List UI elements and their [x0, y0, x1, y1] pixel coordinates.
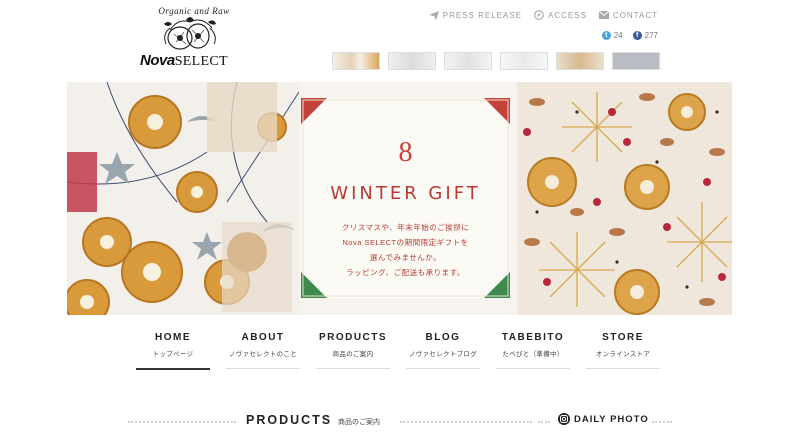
winter-gift-card[interactable]: 8 WINTER GIFT クリスマスや、年末年始のご挨拶に Nova SELE… [301, 98, 510, 298]
slide-thumbnail[interactable] [500, 52, 548, 70]
products-heading: PRODUCTS [246, 413, 333, 427]
nav-sublabel: ノヴァセレクトのこと [229, 351, 297, 358]
hero-photo-left [67, 82, 300, 315]
logo-wordmark: NovaSELECT [140, 52, 240, 70]
dotted-divider [652, 421, 672, 423]
nav-sublabel: トップページ [152, 351, 194, 358]
nav-label: HOME [155, 332, 191, 343]
twitter-icon: t [601, 31, 611, 40]
nav-label: TABEBITO [501, 332, 565, 343]
nav-active-indicator [136, 368, 210, 370]
logo-wordmark-rest: SELECT [174, 54, 228, 69]
gift-line: Nova SELECTの期間限定ギフトを [342, 238, 469, 247]
facebook-share[interactable]: f 277 [632, 31, 658, 40]
slide-thumbnail[interactable] [612, 52, 660, 70]
nav-underline [316, 368, 390, 369]
products-subheading: 商品のご案内 [338, 419, 380, 426]
nav-label: ABOUT [241, 332, 285, 343]
gift-line: クリスマスや、年末年始のご挨拶に [341, 223, 470, 232]
twitter-count: 24 [613, 31, 623, 40]
nav-label: STORE [602, 332, 644, 343]
nav-underline [496, 368, 570, 369]
dotted-divider [400, 421, 532, 423]
paper-plane-icon [428, 10, 439, 20]
utility-nav: PRESS RELEASE ACCESS CONTACT [428, 10, 658, 20]
daily-photo-label: DAILY PHOTO [574, 413, 649, 425]
gift-line: 選んでみませんか。 [369, 253, 442, 262]
nav-underline [406, 368, 480, 369]
nav-sublabel: オンラインストア [595, 351, 651, 358]
nav-about[interactable]: ABOUT ノヴァセレクトのこと [218, 332, 308, 370]
site-logo[interactable]: Organic and Raw NovaSELECT [140, 6, 240, 72]
gift-title: WINTER GIFT [330, 183, 481, 204]
facebook-count: 277 [644, 31, 658, 40]
nav-tabebito[interactable]: TABEBITO たべびと（準備中） [488, 332, 578, 370]
access-link[interactable]: ACCESS [534, 10, 587, 20]
slide-thumbnail[interactable] [388, 52, 436, 70]
compass-icon [534, 10, 544, 20]
gift-number: 8 [398, 137, 413, 168]
nav-sublabel: ノヴァセレクトブログ [409, 351, 477, 358]
nav-store[interactable]: STORE オンラインストア [578, 332, 668, 370]
nav-sublabel: たべびと（準備中） [502, 351, 564, 358]
slide-thumbnail[interactable] [332, 52, 380, 70]
access-label: ACCESS [548, 10, 587, 20]
hero-photo-right [517, 82, 732, 315]
facebook-icon: f [632, 31, 642, 40]
nuts-straw-stars-image [523, 92, 732, 315]
dotted-divider [538, 421, 550, 423]
slide-thumbnail[interactable] [444, 52, 492, 70]
nav-underline [226, 368, 300, 369]
gift-line: ラッピング、ご配送も承ります。 [346, 268, 465, 277]
contact-label: CONTACT [612, 10, 658, 20]
logo-wordmark-bold: Nova [140, 52, 175, 69]
contact-link[interactable]: CONTACT [598, 10, 658, 20]
dried-fruit-ornaments-image [67, 82, 300, 315]
slide-thumbnail[interactable] [556, 52, 604, 70]
nav-underline [586, 368, 660, 369]
nav-products[interactable]: PRODUCTS 商品のご案内 [308, 332, 398, 370]
nav-label: PRODUCTS [318, 332, 388, 343]
nav-label: BLOG [425, 332, 461, 343]
dotted-divider [128, 421, 236, 423]
instagram-icon [558, 413, 570, 425]
nav-sublabel: 商品のご案内 [332, 351, 374, 358]
mail-icon [598, 11, 609, 19]
press-release-link[interactable]: PRESS RELEASE [428, 10, 523, 20]
press-release-label: PRESS RELEASE [442, 10, 523, 20]
daily-photo-link[interactable]: DAILY PHOTO [558, 413, 649, 425]
twitter-share[interactable]: t 24 [601, 31, 623, 40]
nav-home[interactable]: HOME トップページ [128, 332, 218, 370]
slide-thumbnails [332, 52, 660, 70]
nav-blog[interactable]: BLOG ノヴァセレクトブログ [398, 332, 488, 370]
social-counts: t 24 f 277 [601, 31, 658, 40]
gift-description: クリスマスや、年末年始のご挨拶に Nova SELECTの期間限定ギフトを 選ん… [301, 220, 510, 280]
main-nav: HOME トップページ ABOUT ノヴァセレクトのこと PRODUCTS 商品… [128, 332, 668, 370]
hero-banner[interactable]: 8 WINTER GIFT クリスマスや、年末年始のご挨拶に Nova SELE… [67, 82, 732, 315]
fruit-illustration-icon [164, 17, 216, 50]
